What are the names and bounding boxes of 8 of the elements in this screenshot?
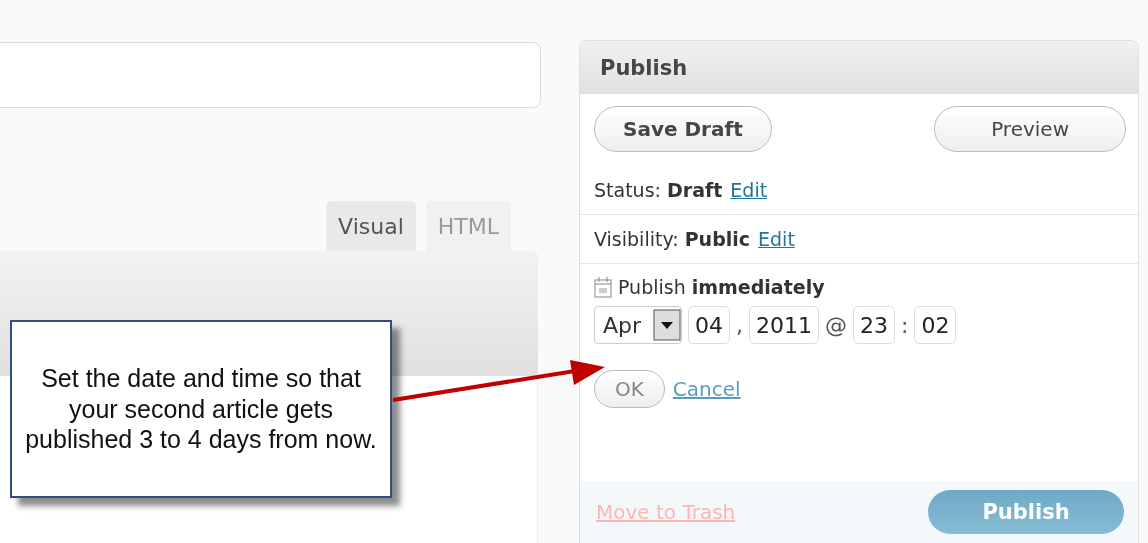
- at-sign: @: [825, 312, 848, 338]
- callout-tooltip: Set the date and time so that your second article gets published 3 to 4 days from now.: [10, 320, 392, 498]
- row-text: Status: Draft: [594, 179, 723, 201]
- schedule-text: Publish immediately: [618, 276, 825, 298]
- row-text: Visibility: Public: [594, 228, 751, 250]
- panel-title: Publish: [580, 41, 1138, 94]
- colon-separator: :: [901, 312, 909, 338]
- comma-separator: ,: [736, 312, 744, 338]
